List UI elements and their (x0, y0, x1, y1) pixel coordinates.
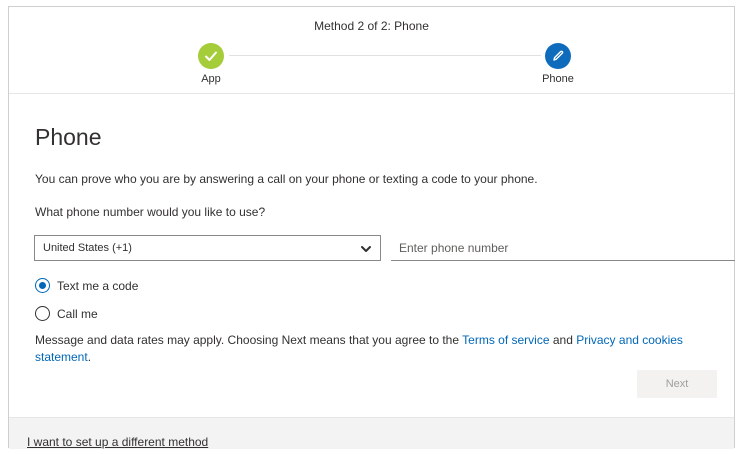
step-app-label: App (201, 73, 221, 85)
text-me-code-radio[interactable] (35, 278, 50, 293)
call-me-option[interactable]: Call me (35, 306, 98, 321)
checkmark-icon (205, 51, 217, 61)
disclaimer-prefix: Message and data rates may apply. Choosi… (35, 333, 463, 347)
disclaimer-middle: and (549, 333, 577, 347)
step-app-indicator (198, 43, 224, 69)
chevron-down-icon (361, 246, 371, 252)
phone-method-form: Phone You can prove who you are by answe… (9, 94, 735, 414)
disclaimer-suffix: . (87, 350, 92, 364)
call-me-label: Call me (57, 306, 98, 321)
progress-line (229, 55, 541, 56)
step-phone: Phone (518, 43, 598, 85)
terms-of-service-link[interactable]: Terms of service (462, 333, 549, 347)
different-method-link[interactable]: I want to set up a different method (27, 435, 208, 449)
intro-text: You can prove who you are by answering a… (35, 172, 538, 186)
pencil-icon (553, 50, 564, 61)
method-title: Method 2 of 2: Phone (314, 19, 429, 33)
call-me-radio[interactable] (35, 306, 50, 321)
rates-disclaimer: Message and data rates may apply. Choosi… (35, 332, 725, 366)
step-app: App (171, 43, 251, 85)
step-phone-indicator (545, 43, 571, 69)
setup-frame: Method 2 of 2: Phone App Phone Phone You… (8, 6, 735, 449)
next-button[interactable]: Next (637, 370, 717, 398)
phone-number-input[interactable] (391, 235, 735, 261)
text-me-code-option[interactable]: Text me a code (35, 278, 138, 293)
page-title: Phone (35, 124, 102, 150)
country-code-select[interactable]: United States (+1) (34, 235, 381, 261)
text-me-code-label: Text me a code (57, 278, 139, 293)
progress-header: Method 2 of 2: Phone App Phone (9, 7, 734, 94)
country-code-value: United States (+1) (43, 242, 132, 254)
phone-question: What phone number would you like to use? (35, 205, 266, 219)
footer-bar: I want to set up a different method (9, 417, 734, 449)
step-phone-label: Phone (542, 73, 574, 85)
